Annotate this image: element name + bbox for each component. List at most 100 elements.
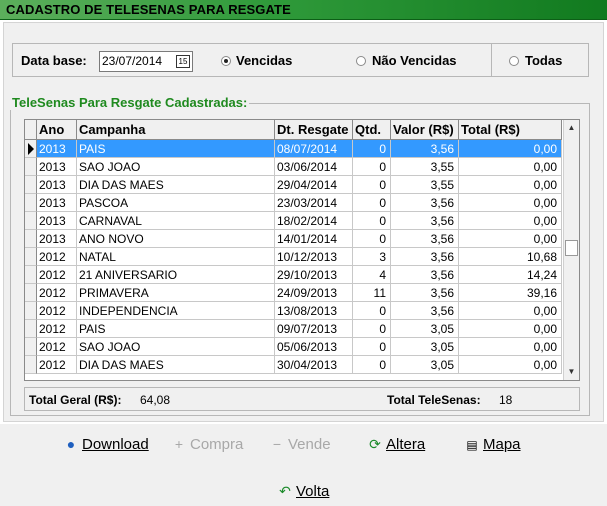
cell-ano[interactable]: 2013 [37,212,77,230]
telesenas-grid[interactable]: Ano Campanha Dt. Resgate Qtd. Valor (R$)… [24,119,580,381]
cell-dt-resgate[interactable]: 24/09/2013 [275,284,353,302]
download-button[interactable]: ● Download [64,436,149,453]
cell-ano[interactable]: 2012 [37,320,77,338]
radio-nao-vencidas-label[interactable]: Não Vencidas [372,53,457,68]
row-indicator[interactable] [25,356,37,374]
cell-qtd[interactable]: 11 [353,284,391,302]
cell-dt-resgate[interactable]: 18/02/2014 [275,212,353,230]
row-indicator[interactable] [25,320,37,338]
cell-ano[interactable]: 2012 [37,338,77,356]
header-total[interactable]: Total (R$) [459,120,562,140]
cell-campanha[interactable]: NATAL [77,248,275,266]
cell-ano[interactable]: 2012 [37,266,77,284]
cell-qtd[interactable]: 4 [353,266,391,284]
cell-qtd[interactable]: 0 [353,230,391,248]
cell-valor[interactable]: 3,56 [391,212,459,230]
cell-campanha[interactable]: INDEPENDENCIA [77,302,275,320]
cell-total[interactable]: 0,00 [459,302,562,320]
row-indicator[interactable] [25,140,37,158]
cell-dt-resgate[interactable]: 08/07/2014 [275,140,353,158]
cell-dt-resgate[interactable]: 10/12/2013 [275,248,353,266]
cell-valor[interactable]: 3,56 [391,284,459,302]
radio-todas-label[interactable]: Todas [525,53,562,68]
cell-valor[interactable]: 3,55 [391,176,459,194]
altera-button[interactable]: ⟳ Altera [368,436,425,453]
cell-valor[interactable]: 3,55 [391,158,459,176]
cell-total[interactable]: 0,00 [459,230,562,248]
cell-ano[interactable]: 2012 [37,284,77,302]
scroll-thumb[interactable] [565,240,578,256]
cell-qtd[interactable]: 0 [353,194,391,212]
cell-qtd[interactable]: 0 [353,338,391,356]
cell-campanha[interactable]: PRIMAVERA [77,284,275,302]
header-valor[interactable]: Valor (R$) [391,120,459,140]
cell-ano[interactable]: 2012 [37,302,77,320]
row-indicator[interactable] [25,212,37,230]
cell-valor[interactable]: 3,56 [391,248,459,266]
cell-ano[interactable]: 2012 [37,356,77,374]
cell-qtd[interactable]: 0 [353,176,391,194]
row-indicator[interactable] [25,284,37,302]
cell-valor[interactable]: 3,56 [391,194,459,212]
cell-ano[interactable]: 2012 [37,248,77,266]
cell-total[interactable]: 0,00 [459,338,562,356]
row-indicator[interactable] [25,230,37,248]
cell-valor[interactable]: 3,05 [391,356,459,374]
cell-dt-resgate[interactable]: 14/01/2014 [275,230,353,248]
cell-qtd[interactable]: 0 [353,320,391,338]
calendar-icon[interactable]: 15 [176,55,190,68]
cell-campanha[interactable]: SAO JOAO [77,338,275,356]
cell-dt-resgate[interactable]: 30/04/2013 [275,356,353,374]
header-qtd[interactable]: Qtd. [353,120,391,140]
cell-total[interactable]: 0,00 [459,320,562,338]
row-indicator[interactable] [25,176,37,194]
row-indicator[interactable] [25,248,37,266]
cell-valor[interactable]: 3,56 [391,302,459,320]
cell-campanha[interactable]: DIA DAS MAES [77,356,275,374]
header-ano[interactable]: Ano [37,120,77,140]
row-indicator[interactable] [25,302,37,320]
scroll-down-icon[interactable]: ▼ [564,364,579,380]
cell-qtd[interactable]: 0 [353,302,391,320]
cell-campanha[interactable]: ANO NOVO [77,230,275,248]
cell-dt-resgate[interactable]: 23/03/2014 [275,194,353,212]
vertical-scrollbar[interactable]: ▲ ▼ [563,120,579,380]
cell-ano[interactable]: 2013 [37,158,77,176]
radio-vencidas-label[interactable]: Vencidas [236,53,292,68]
vende-button[interactable]: − Vende [270,436,331,453]
volta-button[interactable]: ↶ Volta [278,483,329,500]
cell-campanha[interactable]: DIA DAS MAES [77,176,275,194]
cell-ano[interactable]: 2013 [37,176,77,194]
date-base-input[interactable]: 23/07/2014 15 [99,51,193,72]
cell-total[interactable]: 0,00 [459,140,562,158]
cell-valor[interactable]: 3,05 [391,338,459,356]
cell-dt-resgate[interactable]: 29/04/2014 [275,176,353,194]
cell-valor[interactable]: 3,05 [391,320,459,338]
header-dt-resgate[interactable]: Dt. Resgate [275,120,353,140]
cell-qtd[interactable]: 0 [353,140,391,158]
mapa-button[interactable]: ▤ Mapa [465,436,520,453]
cell-campanha[interactable]: 21 ANIVERSARIO [77,266,275,284]
cell-qtd[interactable]: 0 [353,356,391,374]
cell-ano[interactable]: 2013 [37,230,77,248]
header-campanha[interactable]: Campanha [77,120,275,140]
cell-qtd[interactable]: 0 [353,212,391,230]
radio-nao-vencidas[interactable] [356,56,366,66]
cell-dt-resgate[interactable]: 03/06/2014 [275,158,353,176]
row-indicator[interactable] [25,158,37,176]
cell-campanha[interactable]: PAIS [77,140,275,158]
cell-campanha[interactable]: SAO JOAO [77,158,275,176]
cell-total[interactable]: 0,00 [459,212,562,230]
cell-total[interactable]: 0,00 [459,176,562,194]
cell-valor[interactable]: 3,56 [391,140,459,158]
cell-dt-resgate[interactable]: 09/07/2013 [275,320,353,338]
cell-valor[interactable]: 3,56 [391,230,459,248]
cell-campanha[interactable]: PAIS [77,320,275,338]
cell-ano[interactable]: 2013 [37,194,77,212]
cell-dt-resgate[interactable]: 29/10/2013 [275,266,353,284]
row-indicator[interactable] [25,194,37,212]
radio-todas[interactable] [509,56,519,66]
cell-dt-resgate[interactable]: 05/06/2013 [275,338,353,356]
cell-ano[interactable]: 2013 [37,140,77,158]
cell-valor[interactable]: 3,56 [391,266,459,284]
